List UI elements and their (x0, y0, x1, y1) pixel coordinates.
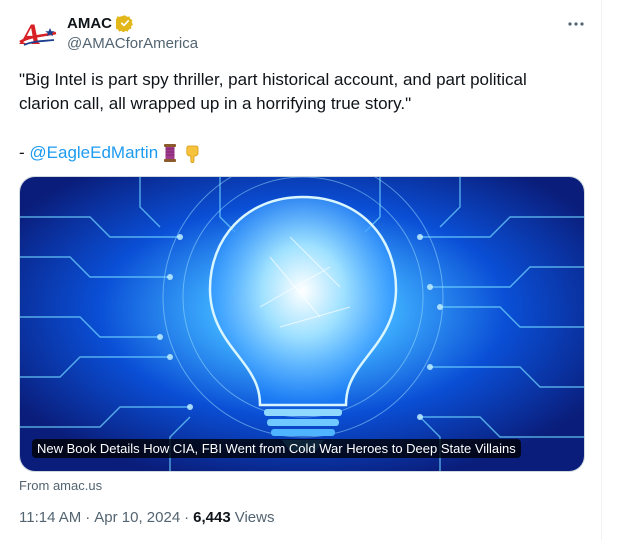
tweet-text-line: "Big Intel is part spy thriller, part hi… (19, 70, 527, 89)
verified-badge-icon (116, 15, 133, 32)
tweet-text: "Big Intel is part spy thriller, part hi… (19, 68, 579, 116)
more-options-button[interactable] (565, 14, 587, 34)
svg-text:A: A (19, 18, 41, 51)
amac-logo-icon: A (19, 18, 57, 51)
author-name-row: AMAC (67, 14, 134, 32)
mention-link[interactable]: @EagleEdMartin (29, 141, 158, 165)
more-dots-icon (568, 22, 584, 26)
author-name[interactable]: AMAC (67, 15, 112, 32)
views-label: Views (234, 509, 275, 526)
views-count: 6,443 (193, 509, 231, 526)
tweet-text-line: clarion call, all wrapped up in a horrif… (19, 94, 412, 113)
thread-spool-emoji (164, 144, 177, 162)
author-handle[interactable]: @AMACforAmerica (67, 35, 198, 52)
lightbulb-circuit-image (20, 177, 584, 471)
tweet-card: A AMAC @AMACforAmerica "Big Intel is par… (0, 0, 602, 540)
avatar[interactable]: A (18, 14, 58, 54)
pointing-down-emoji (186, 145, 199, 163)
meta-separator: · (184, 509, 190, 526)
card-source-link[interactable]: From amac.us (19, 478, 102, 493)
tweet-meta: 11:14 AM · Apr 10, 2024 · 6,443 Views (19, 509, 274, 526)
card-caption: New Book Details How CIA, FBI Went from … (32, 439, 521, 458)
tweet-date[interactable]: Apr 10, 2024 (94, 509, 180, 526)
link-card-image[interactable]: New Book Details How CIA, FBI Went from … (19, 176, 585, 472)
attribution-prefix: - (19, 143, 30, 162)
meta-separator: · (85, 509, 91, 526)
attribution-line: - @EagleEdMartin (19, 141, 202, 165)
tweet-time[interactable]: 11:14 AM (19, 509, 81, 526)
